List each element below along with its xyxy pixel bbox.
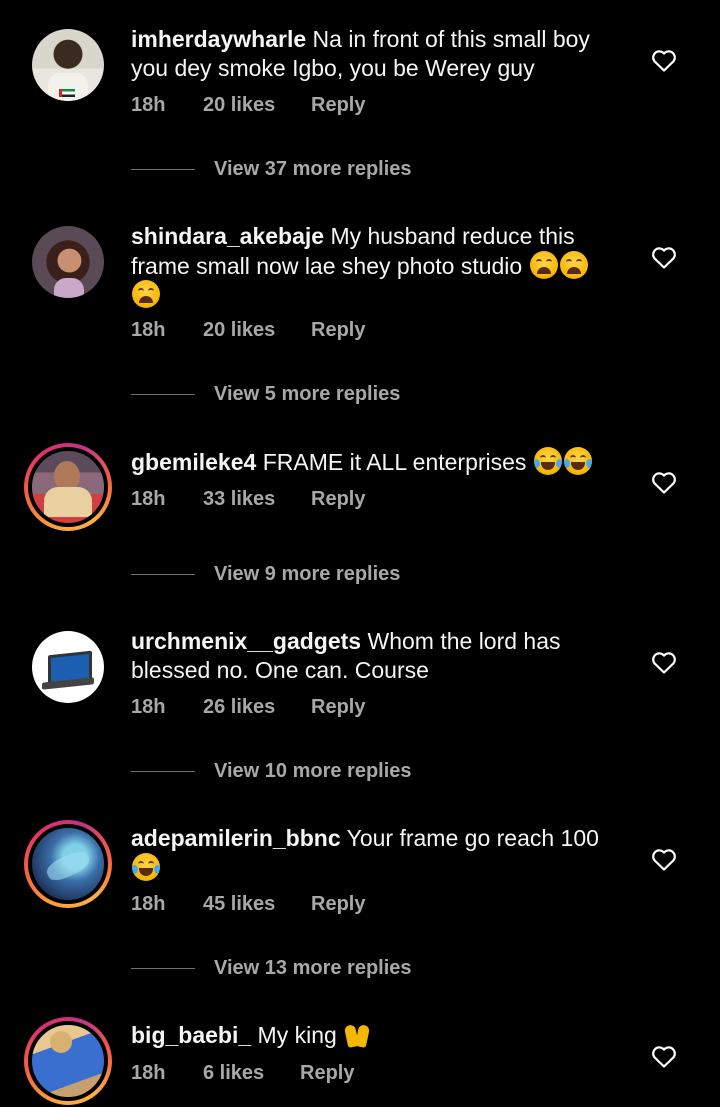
reply-button[interactable]: Reply — [311, 318, 365, 342]
replies-divider — [131, 169, 195, 170]
replies-divider — [131, 394, 195, 395]
avatar[interactable] — [24, 820, 112, 908]
like-heart-icon[interactable] — [651, 651, 677, 675]
reply-button[interactable]: Reply — [311, 892, 365, 916]
view-replies-label[interactable]: View 9 more replies — [214, 562, 400, 586]
weary-face-emoji — [132, 280, 160, 308]
comment-body: urchmenix__gadgets Whom the lord has ble… — [131, 627, 611, 684]
comment-username[interactable]: adepamilerin_bbnc — [131, 825, 341, 851]
like-heart-icon[interactable] — [651, 246, 677, 270]
comment-time: 18h — [131, 319, 166, 341]
comment-likes[interactable]: 26 likes — [203, 695, 275, 719]
comment-time: 18h — [131, 1062, 166, 1084]
avatar[interactable] — [24, 443, 112, 531]
comment-body: adepamilerin_bbnc Your frame go reach 10… — [131, 824, 611, 882]
comment-time: 18h — [131, 893, 166, 915]
comment-username[interactable]: shindara_akebaje — [131, 223, 324, 249]
reply-button[interactable]: Reply — [311, 487, 365, 511]
reply-button[interactable]: Reply — [300, 1061, 354, 1085]
comment-time: 18h — [131, 696, 166, 718]
avatar[interactable] — [32, 631, 104, 703]
raising-hands-emoji — [343, 1021, 371, 1048]
comment-likes[interactable]: 33 likes — [203, 487, 275, 511]
comment-likes[interactable]: 6 likes — [203, 1061, 264, 1085]
comment-body: shindara_akebaje My husband reduce this … — [131, 222, 611, 310]
comment-text: Your frame go reach 100 — [346, 825, 599, 851]
comment-text: FRAME it ALL enterprises — [262, 449, 527, 475]
comment-text: My king — [257, 1022, 337, 1048]
like-heart-icon[interactable] — [651, 1045, 677, 1069]
comment-likes[interactable]: 45 likes — [203, 892, 275, 916]
view-replies-label[interactable]: View 13 more replies — [214, 956, 412, 980]
comment-time: 18h — [131, 488, 166, 510]
comment-username[interactable]: big_baebi_ — [131, 1022, 251, 1048]
comment-likes[interactable]: 20 likes — [203, 318, 275, 342]
avatar[interactable] — [32, 226, 104, 298]
replies-divider — [131, 771, 195, 772]
comment-username[interactable]: gbemileke4 — [131, 449, 256, 475]
comment-likes[interactable]: 20 likes — [203, 93, 275, 117]
reply-button[interactable]: Reply — [311, 93, 365, 117]
tears-of-joy-emoji — [563, 447, 592, 475]
tears-of-joy-emoji — [533, 447, 562, 475]
comment-username[interactable]: imherdaywharle — [131, 26, 306, 52]
view-replies-label[interactable]: View 10 more replies — [214, 759, 412, 783]
replies-divider — [131, 968, 195, 969]
comment-body: big_baebi_ My king — [131, 1021, 611, 1050]
like-heart-icon[interactable] — [651, 471, 677, 495]
weary-face-emoji — [529, 250, 558, 279]
comment-username[interactable]: urchmenix__gadgets — [131, 628, 361, 654]
weary-face-emoji — [559, 250, 588, 279]
like-heart-icon[interactable] — [651, 49, 677, 73]
reply-button[interactable]: Reply — [311, 695, 365, 719]
view-replies-label[interactable]: View 5 more replies — [214, 382, 400, 406]
comment-body: imherdaywharle Na in front of this small… — [131, 25, 611, 82]
view-replies-label[interactable]: View 37 more replies — [214, 157, 412, 181]
avatar[interactable] — [24, 1017, 112, 1105]
avatar[interactable] — [32, 29, 104, 101]
comment-body: gbemileke4 FRAME it ALL enterprises — [131, 447, 611, 477]
replies-divider — [131, 574, 195, 575]
like-heart-icon[interactable] — [651, 848, 677, 872]
comment-time: 18h — [131, 94, 166, 116]
tears-of-joy-emoji — [132, 852, 160, 881]
